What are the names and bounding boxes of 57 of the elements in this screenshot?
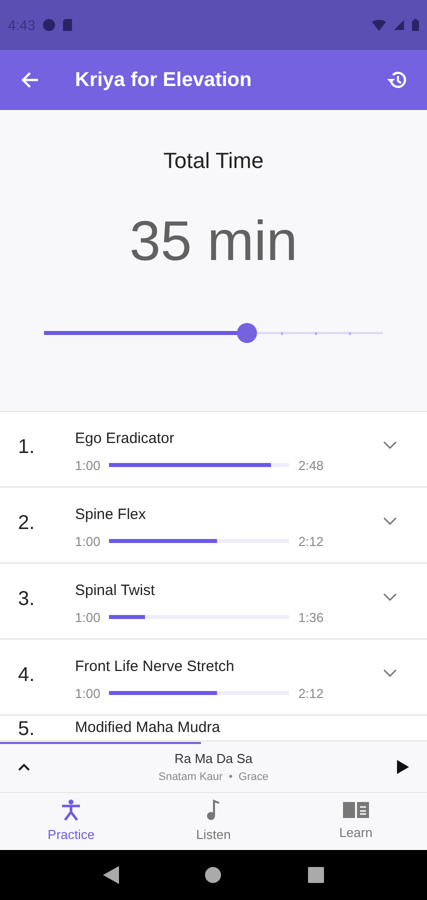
mini-player[interactable]: Ra Ma Da Sa Snatam Kaur • Grace (0, 742, 427, 793)
expand-icon[interactable] (18, 763, 30, 771)
exercise-name: Front Life Nerve Stretch (75, 657, 236, 677)
min-duration: 1:00 (75, 456, 100, 474)
exercise-name: Modified Maha Mudra (75, 719, 220, 737)
wifi-icon (372, 20, 386, 30)
nav-tab[interactable]: Listen (142, 793, 285, 850)
exercise-number: 4. (18, 663, 36, 688)
back-arrow-icon (21, 71, 39, 89)
max-duration: 2:48 (298, 456, 324, 474)
exercise-name: Ego Eradicator (75, 429, 176, 449)
exercise-row[interactable]: 4. Front Life Nerve Stretch 1:00 2:12 (0, 640, 427, 714)
duration-track[interactable] (109, 615, 290, 620)
exercise-number: 2. (18, 511, 36, 536)
min-duration: 1:00 (75, 684, 100, 702)
slider-thumb[interactable] (237, 323, 258, 343)
music-note-icon (206, 798, 220, 821)
exercise-number: 3. (18, 587, 36, 612)
min-duration: 1:00 (75, 532, 100, 550)
max-duration: 2:12 (298, 532, 324, 550)
chevron-down-icon[interactable] (383, 593, 397, 602)
recents-nav-icon[interactable] (308, 867, 324, 883)
play-icon[interactable] (397, 760, 409, 774)
exercise-name: Spine Flex (75, 505, 147, 525)
figure-icon (60, 798, 82, 821)
exercise-row[interactable]: 3. Spinal Twist 1:00 1:36 (0, 564, 427, 638)
battery-icon (412, 19, 419, 31)
separator-dot: • (228, 770, 233, 784)
total-time-label: Total Time (163, 147, 264, 175)
history-icon (386, 69, 408, 91)
duration-track[interactable] (109, 539, 290, 544)
signal-icon (394, 20, 404, 30)
min-duration: 1:00 (75, 608, 100, 626)
max-duration: 1:36 (298, 608, 324, 626)
artist-name: Snatam Kaur (158, 770, 223, 784)
album-name: Grace (238, 770, 269, 784)
chevron-down-icon[interactable] (383, 441, 397, 450)
duration-track[interactable] (109, 691, 290, 696)
duration-slider[interactable] (44, 323, 383, 343)
exercise-number: 5. (18, 719, 36, 739)
exercise-number: 1. (18, 435, 36, 460)
max-duration: 2:12 (298, 684, 324, 702)
book-icon (342, 800, 369, 819)
track-title: Ra Ma Da Sa (174, 750, 253, 768)
nav-tab[interactable]: Learn (284, 793, 427, 850)
back-nav-icon[interactable] (103, 866, 120, 884)
total-time-value: 35 min (129, 208, 298, 274)
nav-tab[interactable]: Practice (0, 793, 142, 850)
home-nav-icon[interactable] (205, 867, 222, 883)
chevron-down-icon[interactable] (383, 669, 397, 678)
chevron-down-icon[interactable] (383, 517, 397, 526)
sd-card-icon (63, 19, 72, 31)
screen-title: Kriya for Elevation (75, 68, 253, 93)
exercise-name: Spinal Twist (75, 581, 156, 601)
notification-icon (43, 19, 56, 31)
exercise-row[interactable]: 1. Ego Eradicator 1:00 2:48 (0, 412, 427, 486)
exercise-row[interactable]: 2. Spine Flex 1:00 2:12 (0, 488, 427, 562)
